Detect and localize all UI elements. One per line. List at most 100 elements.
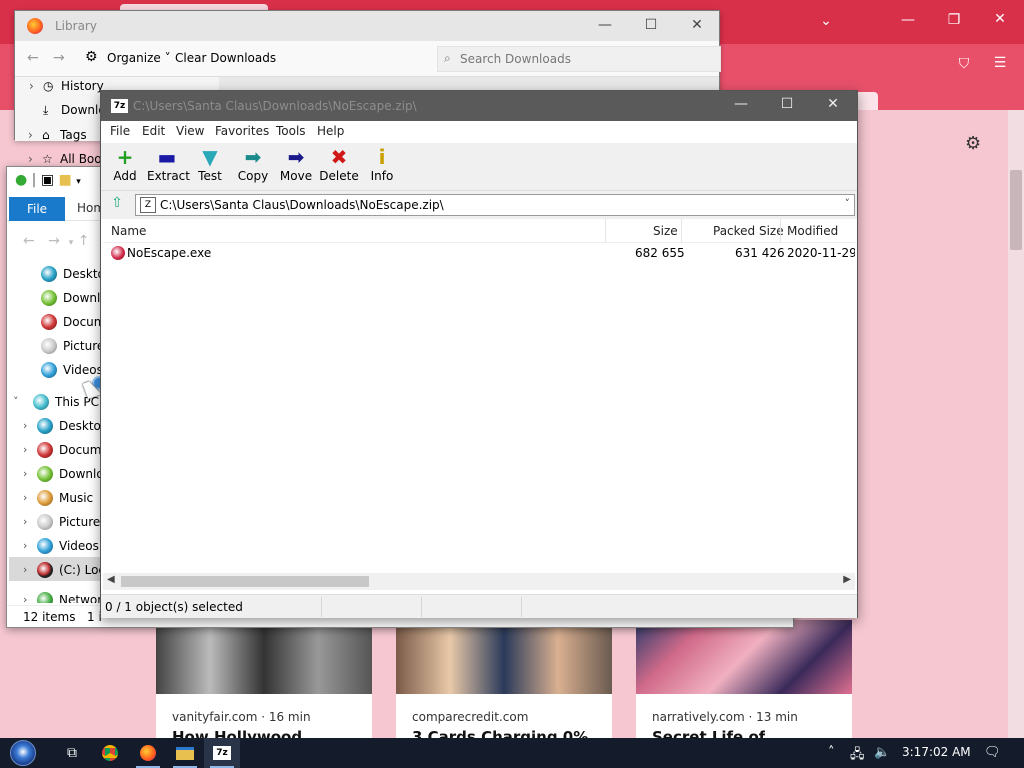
taskbar-firefox[interactable] <box>130 738 166 768</box>
menu-view[interactable]: View <box>176 124 204 138</box>
recent-locations-icon[interactable]: ▾ <box>69 238 74 248</box>
scrollbar-thumb[interactable] <box>1010 170 1022 250</box>
chevron-right-icon[interactable]: › <box>23 467 35 480</box>
forward-arrow-icon[interactable]: → <box>53 50 65 66</box>
clock[interactable]: 3:17:02 AM <box>902 745 971 759</box>
tree-item-network[interactable]: › Network <box>23 591 101 603</box>
close-icon[interactable]: ✕ <box>988 11 1012 27</box>
sidebar-item-history[interactable]: › ◷ History <box>29 79 104 103</box>
chevron-right-icon[interactable]: › <box>23 491 35 504</box>
restore-icon[interactable]: ❐ <box>942 12 966 28</box>
clear-downloads-button[interactable]: Clear Downloads <box>175 51 276 65</box>
forward-arrow-icon[interactable]: → <box>48 233 60 249</box>
7zip-title-bar[interactable]: 7z C:\Users\Santa Claus\Downloads\NoEsca… <box>101 91 857 121</box>
menu-tools[interactable]: Tools <box>276 124 306 138</box>
story-image <box>396 620 612 694</box>
properties-icon[interactable]: ▣ <box>41 172 54 188</box>
search-downloads-input[interactable]: ⌕ Search Downloads <box>437 46 721 72</box>
chevron-right-icon[interactable]: › <box>23 593 35 603</box>
library-title: Library <box>55 19 97 33</box>
maximize-icon[interactable]: ☐ <box>631 17 671 37</box>
test-button[interactable]: ▼ Test <box>190 143 230 191</box>
maximize-icon[interactable]: ☐ <box>767 96 807 116</box>
tree-item-local-disk[interactable]: › (C:) Local Disk <box>23 561 101 585</box>
scrollbar-thumb[interactable] <box>121 576 369 587</box>
library-title-bar[interactable]: Library — ☐ ✕ <box>15 11 719 41</box>
move-button[interactable]: ➡ Move <box>276 143 316 191</box>
gear-icon[interactable]: ⚙ <box>965 133 981 154</box>
chevron-right-icon[interactable]: › <box>23 539 35 552</box>
tree-label: Network <box>59 593 101 603</box>
7zip-status-bar: 0 / 1 object(s) selected <box>101 594 857 618</box>
file-row[interactable]: NoEscape.exe 682 655 631 426 2020-11-29 … <box>103 243 855 263</box>
close-icon[interactable]: ✕ <box>677 17 717 37</box>
menu-help[interactable]: Help <box>317 124 344 138</box>
extract-button[interactable]: ▬ Extract <box>147 143 190 191</box>
column-divider[interactable] <box>780 219 781 243</box>
network-icon[interactable]: 🖧 <box>850 745 865 767</box>
history-icon: ◷ <box>43 79 54 93</box>
start-button[interactable] <box>10 740 36 766</box>
chevron-right-icon[interactable]: › <box>23 515 35 528</box>
minimize-icon[interactable]: — <box>896 12 920 28</box>
story-card[interactable]: vanityfair.com · 16 min How Hollywood <box>156 620 372 738</box>
volume-icon[interactable]: 🔈 <box>874 745 890 760</box>
chevron-down-icon[interactable]: ˅ <box>13 395 25 408</box>
story-title: 3 Cards Charging 0% <box>412 728 589 738</box>
status-divider <box>421 597 422 617</box>
action-center-icon[interactable]: 🗨 <box>984 745 1001 760</box>
taskbar-file-explorer[interactable] <box>167 738 203 768</box>
menu-favorites[interactable]: Favorites <box>215 124 269 138</box>
item-count: 12 items <box>23 610 76 624</box>
minimize-icon[interactable]: — <box>721 96 761 116</box>
horizontal-scrollbar[interactable]: ◀ ▶ <box>103 573 855 590</box>
story-card[interactable]: comparecredit.com 3 Cards Charging 0% <box>396 620 612 738</box>
scroll-right-icon[interactable]: ▶ <box>843 574 851 585</box>
column-divider[interactable] <box>605 219 606 243</box>
organize-button[interactable]: Organize ˅ <box>107 51 171 65</box>
chevron-down-icon[interactable]: ˅ <box>845 197 851 210</box>
column-divider[interactable] <box>681 219 682 243</box>
chevron-right-icon[interactable]: › <box>23 419 35 432</box>
minimize-icon[interactable]: — <box>585 17 625 37</box>
new-folder-icon[interactable]: ■ <box>59 172 72 188</box>
add-button[interactable]: + Add <box>105 143 145 191</box>
sidebar-item-tags[interactable]: › ⌂ Tags <box>28 128 87 152</box>
up-folder-icon[interactable]: ⇧ <box>108 195 126 213</box>
column-name[interactable]: Name <box>111 224 146 238</box>
selection-status: 0 / 1 object(s) selected <box>105 600 243 614</box>
story-card[interactable]: narratively.com · 13 min Secret Life of <box>636 620 852 738</box>
file-tab[interactable]: File <box>9 197 65 221</box>
list-tabs-icon[interactable]: ⌄ <box>814 13 838 29</box>
taskbar-7zip[interactable]: 7z <box>204 738 240 768</box>
menu-edit[interactable]: Edit <box>142 124 165 138</box>
page-scrollbar[interactable] <box>1008 110 1024 738</box>
task-view-button[interactable]: ⧉ <box>54 738 90 768</box>
address-input[interactable]: Z C:\Users\Santa Claus\Downloads\NoEscap… <box>135 194 855 216</box>
copy-button[interactable]: ➡ Copy <box>233 143 273 191</box>
menu-file[interactable]: File <box>110 124 130 138</box>
chevron-down-icon[interactable]: ▾ <box>76 177 81 187</box>
scroll-left-icon[interactable]: ◀ <box>107 574 115 585</box>
pocket-icon[interactable]: ⛉ <box>952 56 976 72</box>
show-hidden-icons-icon[interactable]: ˄ <box>828 745 835 760</box>
column-modified[interactable]: Modified <box>787 224 838 238</box>
menu-icon[interactable]: ☰ <box>988 55 1012 71</box>
info-label: Info <box>370 169 394 183</box>
documents-icon <box>41 314 57 330</box>
back-arrow-icon[interactable]: ← <box>27 50 39 66</box>
status-divider <box>521 597 522 617</box>
pictures-icon <box>41 338 57 354</box>
back-arrow-icon[interactable]: ← <box>23 233 35 249</box>
chevron-right-icon[interactable]: › <box>23 443 35 456</box>
info-button[interactable]: i Info <box>362 143 402 191</box>
explorer-nav-buttons: ← → ▾ ↑ <box>23 233 89 249</box>
close-icon[interactable]: ✕ <box>813 96 853 116</box>
chevron-right-icon[interactable]: › <box>23 563 35 576</box>
column-packed-size[interactable]: Packed Size <box>713 224 784 238</box>
column-size[interactable]: Size <box>653 224 678 238</box>
music-icon <box>37 490 53 506</box>
up-arrow-icon[interactable]: ↑ <box>78 233 90 249</box>
delete-button[interactable]: ✖ Delete <box>319 143 359 191</box>
taskbar-chrome[interactable] <box>92 738 128 768</box>
